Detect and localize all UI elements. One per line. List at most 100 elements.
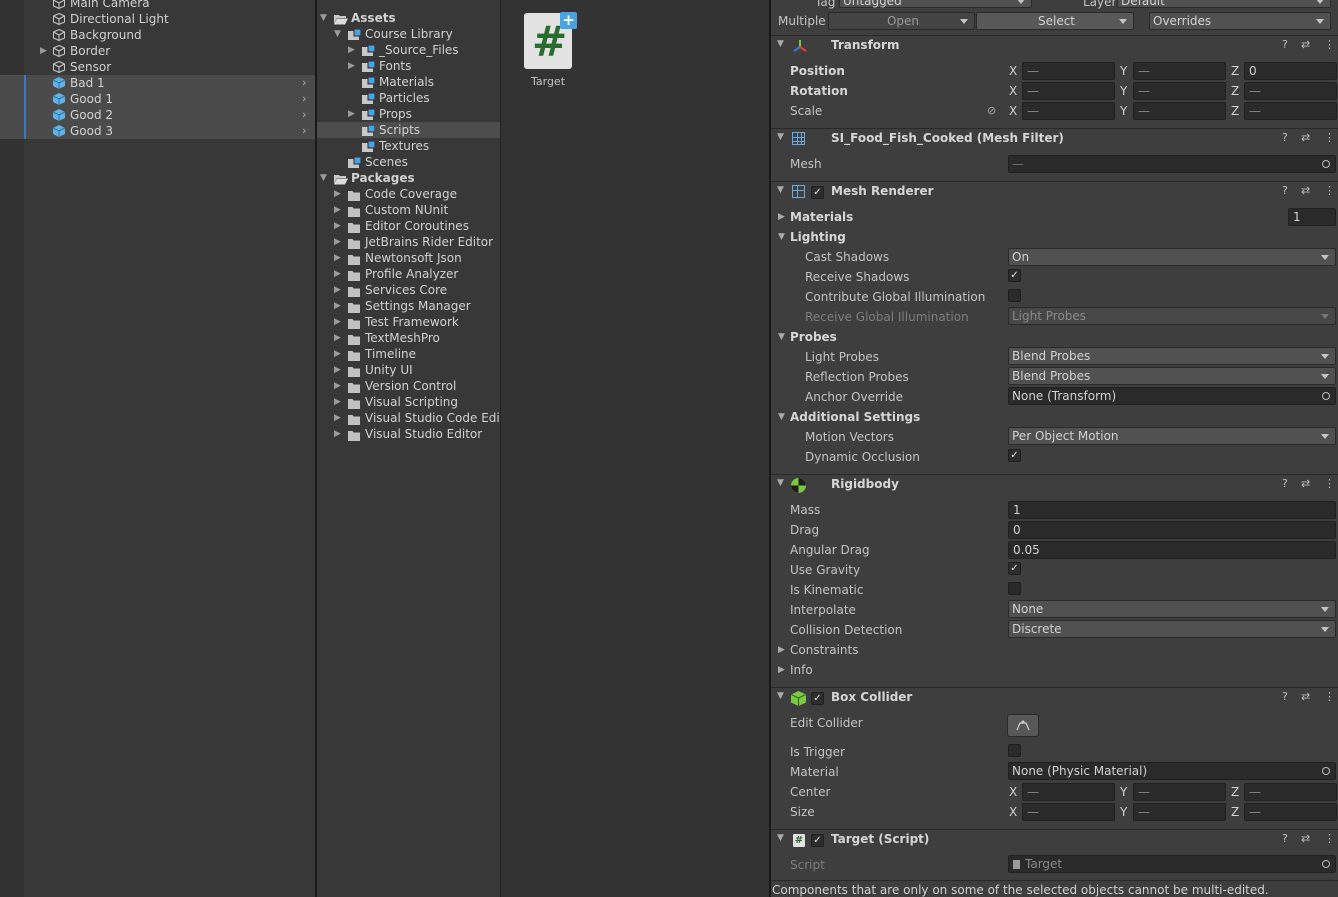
hierarchy-item[interactable]: ▶ Border [0,43,315,59]
project-tree-item[interactable]: ▼ Assets [317,10,500,26]
additional-settings-foldout[interactable]: Additional Settings [790,409,920,425]
position-z-axis-label[interactable]: Z [1231,63,1239,79]
project-tree-item[interactable]: ▼ Packages [317,170,500,186]
project-tree-item[interactable]: ▶ Timeline [317,346,500,362]
expand-arrow-icon[interactable]: ▶ [334,282,341,298]
collapse-arrow-icon[interactable]: ▼ [777,691,784,701]
motion-vectors-dropdown[interactable]: Per Object Motion [1008,427,1336,445]
rotation-z-field[interactable]: — [1244,82,1337,100]
kebab-menu-icon[interactable]: ⋮ [1324,184,1335,197]
is-trigger-checkbox[interactable] [1008,744,1021,757]
presets-icon[interactable]: ⇄ [1301,131,1310,144]
lighting-foldout[interactable]: Lighting [790,229,846,245]
position-y-field[interactable]: — [1133,62,1226,80]
presets-icon[interactable]: ⇄ [1301,477,1310,490]
asset-label-target[interactable]: Target [508,75,588,88]
hierarchy-item[interactable]: Good 3 › [0,123,315,139]
size-y-axis-label[interactable]: Y [1120,804,1127,820]
project-tree-item[interactable]: Scripts [317,122,500,138]
expand-arrow-icon[interactable]: ▶ [334,186,341,202]
help-icon[interactable]: ? [1282,131,1288,144]
mass-field[interactable]: 1 [1008,501,1336,519]
collapse-arrow-icon[interactable]: ▼ [777,132,784,142]
constrain-proportions-icon[interactable]: ⊘ [987,104,996,117]
project-tree-item[interactable]: ▼ Course Library [317,26,500,42]
project-tree-item[interactable]: ▶ Newtonsoft Json [317,250,500,266]
use-gravity-checkbox[interactable]: ✓ [1008,562,1021,575]
expand-arrow-icon[interactable]: ▶ [334,410,341,426]
mesh-filter-header[interactable]: ▼ SI_Food_Fish_Cooked (Mesh Filter) ? ⇄ … [771,128,1338,150]
select-button[interactable]: Select [976,12,1134,30]
project-tree-item[interactable]: ▶ Settings Manager [317,298,500,314]
layer-dropdown[interactable]: Default [1117,0,1331,8]
project-tree-item[interactable]: ▶ Fonts [317,58,500,74]
constraints-foldout[interactable]: Constraints [790,642,858,658]
hierarchy-item[interactable]: Directional Light [0,11,315,27]
chevron-right-icon[interactable]: › [302,123,306,139]
hierarchy-item[interactable]: Sensor [0,59,315,75]
project-tree-item[interactable]: ▶ Version Control [317,378,500,394]
project-tree-item[interactable]: ▶ Editor Coroutines [317,218,500,234]
expand-arrow-icon[interactable]: ▶ [334,298,341,314]
rotation-y-field[interactable]: — [1133,82,1226,100]
center-z-field[interactable]: — [1244,783,1337,801]
size-z-axis-label[interactable]: Z [1231,804,1239,820]
scale-z-axis-label[interactable]: Z [1231,103,1239,119]
hierarchy-item[interactable]: Good 1 › [0,91,315,107]
project-tree-item[interactable]: ▶ Visual Studio Code Editor [317,410,500,426]
mesh-object-field[interactable]: — [1008,155,1336,173]
presets-icon[interactable]: ⇄ [1301,184,1310,197]
expand-arrow-icon[interactable]: ▶ [334,394,341,410]
project-tree-item[interactable]: ▶ JetBrains Rider Editor [317,234,500,250]
rotation-z-axis-label[interactable]: Z [1231,83,1239,99]
hierarchy-item[interactable]: Good 2 › [0,107,315,123]
project-tree-item[interactable]: ▶ Unity UI [317,362,500,378]
chevron-right-icon[interactable]: › [302,75,306,91]
help-icon[interactable]: ? [1282,38,1288,51]
drag-field[interactable]: 0 [1008,521,1336,539]
expand-arrow-icon[interactable]: ▶ [348,106,355,122]
help-icon[interactable]: ? [1282,832,1288,845]
scale-x-field[interactable]: — [1022,102,1115,120]
project-tree-item[interactable]: ▶ Custom NUnit [317,202,500,218]
presets-icon[interactable]: ⇄ [1301,690,1310,703]
collapse-arrow-icon[interactable]: ▼ [334,26,341,42]
enable-checkbox[interactable]: ✓ [811,692,824,705]
dynamic-occlusion-checkbox[interactable]: ✓ [1008,449,1021,462]
expand-arrow-icon[interactable]: ▶ [334,346,341,362]
collapse-arrow-icon[interactable]: ▼ [777,478,784,488]
foldout-arrow-icon[interactable]: ▼ [778,409,785,425]
center-z-axis-label[interactable]: Z [1231,784,1239,800]
expand-arrow-icon[interactable]: ▶ [334,218,341,234]
project-tree-item[interactable]: Textures [317,138,500,154]
materials-foldout[interactable]: Materials [790,209,853,225]
project-tree-item[interactable]: ▶ _Source_Files [317,42,500,58]
size-z-field[interactable]: — [1244,803,1337,821]
size-x-field[interactable]: — [1022,803,1115,821]
collapse-arrow-icon[interactable]: ▼ [777,833,784,843]
expand-arrow-icon[interactable]: ▶ [334,362,341,378]
foldout-arrow-icon[interactable]: ▶ [778,662,785,678]
overrides-dropdown[interactable]: Overrides [1149,12,1331,30]
position-z-field[interactable]: 0 [1244,62,1337,80]
project-tree-item[interactable]: ▶ Profile Analyzer [317,266,500,282]
rotation-y-axis-label[interactable]: Y [1120,83,1127,99]
expand-arrow-icon[interactable]: ▶ [334,250,341,266]
project-tree-item[interactable]: ▶ Code Coverage [317,186,500,202]
help-icon[interactable]: ? [1282,184,1288,197]
edit-collider-button[interactable] [1007,714,1039,737]
kebab-menu-icon[interactable]: ⋮ [1324,131,1335,144]
center-y-axis-label[interactable]: Y [1120,784,1127,800]
position-x-axis-label[interactable]: X [1009,63,1017,79]
expand-arrow-icon[interactable]: ▶ [334,330,341,346]
help-icon[interactable]: ? [1282,690,1288,703]
box-collider-header[interactable]: ▼ ✓ Box Collider ? ⇄ ⋮ [771,687,1338,709]
open-button[interactable]: Open [828,12,975,30]
enable-checkbox[interactable]: ✓ [811,834,824,847]
presets-icon[interactable]: ⇄ [1301,38,1310,51]
expand-arrow-icon[interactable]: ▶ [348,58,355,74]
scale-z-field[interactable]: — [1244,102,1337,120]
center-x-axis-label[interactable]: X [1009,784,1017,800]
kebab-menu-icon[interactable]: ⋮ [1324,690,1335,703]
csharp-script-icon[interactable]: # + [524,12,577,69]
